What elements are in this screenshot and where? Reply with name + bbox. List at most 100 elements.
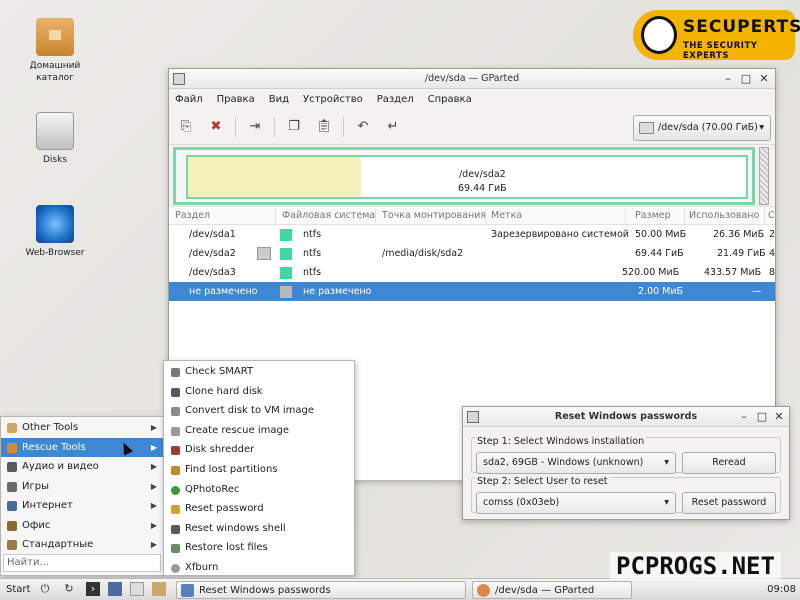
column-header-size[interactable]: Размер: [635, 207, 671, 225]
toolbar: ⎘ ✖ ⇥ ❐ 📋︎ ↶ ↵ /dev/sda (70.00 ГиБ) ▾: [169, 109, 775, 145]
column-header-label[interactable]: Метка: [491, 207, 522, 225]
user-select[interactable]: comss (0x03eb) ▾: [476, 492, 676, 514]
menu-help[interactable]: Справка: [428, 94, 472, 105]
submenu-item-qphotorec[interactable]: QPhotoRec: [164, 480, 354, 500]
table-row-selected[interactable]: не размечено не размечено 2.00 МиБ —: [169, 282, 775, 301]
submenu-item-clone-hard-disk[interactable]: Clone hard disk: [164, 382, 354, 402]
submenu-item-xfburn[interactable]: Xfburn: [164, 558, 354, 578]
terminal-icon[interactable]: ›: [86, 582, 100, 596]
column-header-filesystem[interactable]: Файловая система: [282, 207, 375, 225]
maximize-icon[interactable]: □: [755, 410, 769, 424]
globe-icon: [7, 501, 17, 511]
submenu-item-create-rescue-image[interactable]: Create rescue image: [164, 421, 354, 441]
submenu-item-check-smart[interactable]: Check SMART: [164, 362, 354, 382]
maximize-icon[interactable]: □: [739, 72, 753, 86]
vm-image-icon: [171, 407, 180, 417]
apply-icon[interactable]: ↵: [382, 116, 404, 138]
copy-icon[interactable]: ❐: [283, 116, 305, 138]
start-button[interactable]: Start: [6, 579, 30, 600]
cell-size: 2.00 МиБ: [638, 286, 684, 297]
menu-item-label: Rescue Tools: [22, 441, 86, 453]
user-select-value: comss (0x03eb): [483, 497, 560, 508]
menu-search-input[interactable]: Найти...: [3, 554, 161, 572]
column-header-partition[interactable]: Раздел: [175, 207, 210, 225]
undo-icon[interactable]: ↶: [352, 116, 374, 138]
windows-installation-select[interactable]: sda2, 69GB - Windows (unknown) ▾: [476, 452, 676, 474]
menu-item-games[interactable]: Игры ▶: [1, 477, 163, 497]
minimize-icon[interactable]: –: [721, 72, 735, 86]
table-row[interactable]: /dev/sda2 ntfs /media/disk/sda2 69.44 Ги…: [169, 244, 775, 263]
cell-filesystem: ntfs: [303, 248, 322, 259]
delete-icon[interactable]: ✖: [205, 116, 227, 138]
cell-unused: 2: [769, 229, 776, 240]
reset-password-button[interactable]: Reset password: [682, 492, 776, 514]
desktop-icon-home[interactable]: Домашний каталог: [20, 18, 90, 84]
unallocated-block[interactable]: [759, 147, 769, 205]
menu-device[interactable]: Устройство: [303, 94, 363, 105]
close-icon[interactable]: ✕: [772, 410, 786, 424]
menu-item-other-tools[interactable]: Other Tools ▶: [1, 418, 163, 438]
photorec-icon: [171, 485, 180, 495]
paste-icon[interactable]: 📋︎: [313, 116, 335, 138]
column-header-unused[interactable]: С: [768, 207, 775, 225]
step1-group: Step 1: Select Windows installation sda2…: [471, 436, 781, 474]
desktop-icon-web-browser[interactable]: Web-Browser: [20, 205, 90, 259]
resize-move-icon[interactable]: ⇥: [244, 116, 266, 138]
submenu-item-convert-disk[interactable]: Convert disk to VM image: [164, 401, 354, 421]
submenu-item-reset-windows-shell[interactable]: Reset windows shell: [164, 519, 354, 539]
menu-item-office[interactable]: Офис ▶: [1, 516, 163, 536]
menu-item-accessories[interactable]: Стандартные ▶: [1, 535, 163, 555]
menu-item-label: Интернет: [22, 500, 73, 511]
toolbar-separator: [274, 116, 275, 137]
minimize-icon[interactable]: –: [737, 410, 751, 424]
menu-file[interactable]: Файл: [175, 94, 203, 105]
power-icon[interactable]: ⏻: [38, 582, 52, 596]
column-header-mountpoint[interactable]: Точка монтирования: [382, 207, 486, 225]
menu-item-label: Other Tools: [22, 422, 79, 433]
table-row[interactable]: /dev/sda1 ntfs Зарезервировано системой …: [169, 225, 775, 244]
task-gparted[interactable]: /dev/sda — GParted: [472, 581, 632, 599]
close-icon[interactable]: ✕: [757, 72, 771, 86]
menu-partition[interactable]: Раздел: [377, 94, 414, 105]
desktop-icon-label: Web-Browser: [25, 248, 85, 258]
network-icon[interactable]: [108, 582, 122, 596]
menu-edit[interactable]: Правка: [217, 94, 255, 105]
submenu-item-label: Reset password: [185, 503, 264, 515]
file-manager-icon[interactable]: [130, 582, 144, 596]
partition-map[interactable]: /dev/sda2 69.44 ГиБ: [173, 147, 769, 205]
submenu-item-label: Restore lost files: [185, 542, 268, 554]
table-row[interactable]: /dev/sda3 ntfs 520.00 МиБ 433.57 МиБ 8: [169, 263, 775, 282]
column-header-used[interactable]: Использовано: [689, 207, 759, 225]
device-selector[interactable]: /dev/sda (70.00 ГиБ) ▾: [633, 115, 771, 141]
window-app-icon: [467, 411, 479, 423]
task-reset-passwords[interactable]: Reset Windows passwords: [176, 581, 466, 599]
partition-block-sda2[interactable]: /dev/sda2 69.44 ГиБ: [186, 155, 748, 199]
new-partition-icon[interactable]: ⎘: [175, 116, 197, 138]
desktop-icon-disks[interactable]: Disks: [20, 112, 90, 166]
home-folder-icon: [36, 18, 74, 56]
menu-view[interactable]: Вид: [269, 94, 289, 105]
text-editor-icon[interactable]: [152, 582, 166, 596]
reset-passwords-titlebar[interactable]: Reset Windows passwords – □ ✕: [463, 407, 789, 427]
submenu-item-find-lost-partitions[interactable]: Find lost partitions: [164, 460, 354, 480]
menu-item-rescue-tools[interactable]: Rescue Tools ▶: [1, 437, 163, 457]
chevron-down-icon: ▾: [664, 497, 669, 508]
cell-used: 21.49 ГиБ: [717, 248, 766, 259]
filesystem-color-swatch: [280, 229, 292, 241]
menu-item-internet[interactable]: Интернет ▶: [1, 496, 163, 516]
reread-button[interactable]: Reread: [682, 452, 776, 474]
cell-partition: /dev/sda3: [189, 267, 236, 278]
clone-icon: [171, 387, 180, 397]
gparted-titlebar[interactable]: /dev/sda — GParted – □ ✕: [169, 69, 775, 89]
windows-installation-value: sda2, 69GB - Windows (unknown): [483, 457, 644, 468]
badge-subtitle: THE SECURITY EXPERTS: [683, 41, 758, 61]
chevron-right-icon: ▶: [150, 540, 157, 549]
menu-item-label: Аудио и видео: [22, 461, 99, 472]
cell-used: —: [752, 286, 762, 297]
shredder-icon: [171, 446, 180, 456]
submenu-item-restore-lost-files[interactable]: Restore lost files: [164, 538, 354, 558]
submenu-item-disk-shredder[interactable]: Disk shredder: [164, 440, 354, 460]
menu-item-audio-video[interactable]: Аудио и видео ▶: [1, 457, 163, 477]
refresh-icon[interactable]: ↻: [62, 582, 76, 596]
submenu-item-reset-password[interactable]: Reset password: [164, 499, 354, 519]
